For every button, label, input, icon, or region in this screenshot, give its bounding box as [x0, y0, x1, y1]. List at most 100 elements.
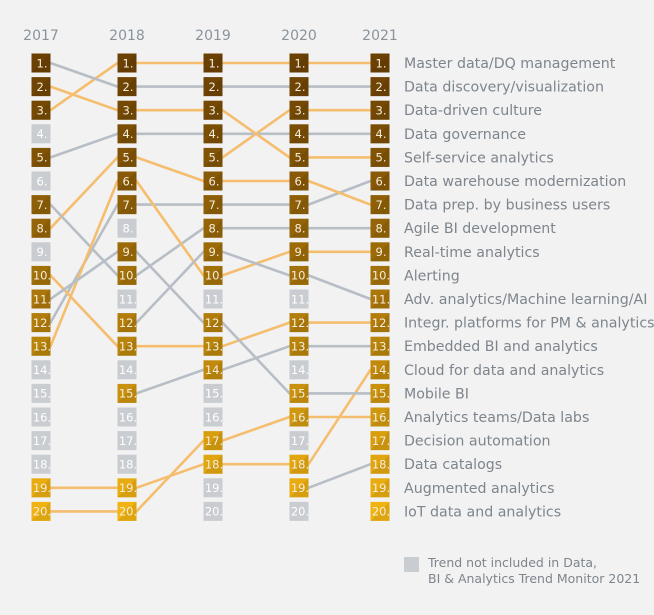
trend-label: Real-time analytics [404, 245, 540, 261]
rank-box: 16. [370, 407, 390, 427]
rank-box-inactive: 17. [31, 431, 51, 451]
rank-box-inactive: 11. [203, 289, 223, 309]
rank-number: 8. [295, 222, 306, 236]
rank-number: 15. [291, 387, 309, 401]
rank-number: 5. [376, 151, 387, 165]
rank-box: 4. [203, 124, 223, 144]
rank-number: 18. [291, 458, 309, 472]
rank-box: 10. [31, 265, 51, 285]
trend-line-segment [135, 439, 205, 513]
trend-label: Decision automation [404, 434, 551, 450]
rank-box: 15. [289, 383, 309, 403]
rank-box: 7. [370, 195, 390, 215]
rank-number: 6. [123, 174, 134, 188]
rank-number: 1. [376, 56, 387, 70]
rank-box: 5. [117, 147, 137, 167]
rank-box: 12. [31, 313, 51, 333]
rank-number: 1. [37, 56, 48, 70]
rank-number: 7. [376, 198, 387, 212]
rank-number: 1. [209, 56, 220, 70]
rank-number: 12. [119, 316, 137, 330]
rank-number: 18. [205, 458, 223, 472]
rank-number: 6. [37, 174, 48, 188]
rank-box: 12. [289, 313, 309, 333]
rank-number: 11. [33, 292, 51, 306]
rank-number: 5. [37, 151, 48, 165]
rank-number: 4. [376, 127, 387, 141]
trend-label: Augmented analytics [404, 481, 554, 497]
trend-label: Embedded BI and analytics [404, 339, 598, 355]
rank-number: 2. [37, 80, 48, 94]
rank-box: 10. [203, 265, 223, 285]
rank-box: 2. [31, 77, 51, 97]
rank-box: 6. [117, 171, 137, 191]
legend: Trend not included in Data, BI & Analyti… [404, 555, 640, 587]
trend-label: Mobile BI [404, 386, 469, 402]
rank-box: 3. [289, 100, 309, 120]
rank-box: 20. [117, 501, 137, 521]
trend-line-segment [49, 156, 119, 230]
year-label-2019: 2019 [195, 28, 231, 44]
rank-box: 13. [289, 336, 309, 356]
rank-number: 10. [372, 269, 390, 283]
rank-box: 1. [31, 53, 51, 73]
rank-box: 18. [203, 454, 223, 474]
rank-number: 17. [372, 434, 390, 448]
rank-number: 3. [295, 104, 306, 118]
trend-label: Cloud for data and analytics [404, 363, 604, 379]
rank-number: 13. [33, 340, 51, 354]
rank-number: 6. [295, 174, 306, 188]
trend-line-segment [49, 61, 119, 88]
rank-box: 19. [31, 478, 51, 498]
rank-box-inactive: 15. [31, 383, 51, 403]
rank-box: 1. [203, 53, 223, 73]
rank-box-inactive: 20. [289, 501, 309, 521]
rank-box: 7. [31, 195, 51, 215]
rank-box: 10. [289, 265, 309, 285]
rank-number: 4. [37, 127, 48, 141]
trend-label: IoT data and analytics [404, 504, 561, 520]
rank-number: 3. [37, 104, 48, 118]
rank-number: 8. [209, 222, 220, 236]
rank-number: 15. [205, 387, 223, 401]
rank-number: 11. [119, 292, 137, 306]
rank-box: 3. [117, 100, 137, 120]
rank-box: 1. [289, 53, 309, 73]
rank-box: 7. [289, 195, 309, 215]
rank-box-inactive: 14. [117, 360, 137, 380]
trend-line-segment [307, 274, 372, 301]
trend-label: Alerting [404, 268, 460, 284]
rank-number: 14. [372, 363, 390, 377]
rank-box: 15. [117, 383, 137, 403]
rank-number: 7. [209, 198, 220, 212]
trend-line-segment [49, 250, 119, 301]
rank-box: 18. [289, 454, 309, 474]
rank-number: 10. [205, 269, 223, 283]
rank-number: 13. [119, 340, 137, 354]
rank-number: 4. [295, 127, 306, 141]
rank-number: 14. [205, 363, 223, 377]
trend-label: Analytics teams/Data labs [404, 410, 589, 426]
rank-number: 14. [119, 363, 137, 377]
rank-number: 2. [295, 80, 306, 94]
rank-box: 1. [370, 53, 390, 73]
rank-box: 13. [203, 336, 223, 356]
rank-number: 20. [119, 505, 137, 519]
rank-number: 3. [209, 104, 220, 118]
rank-box: 20. [370, 501, 390, 521]
rank-box: 9. [117, 242, 137, 262]
rank-box: 5. [31, 147, 51, 167]
trend-line-segment [49, 274, 119, 348]
rank-box: 13. [370, 336, 390, 356]
rank-box: 18. [370, 454, 390, 474]
rank-box: 8. [289, 218, 309, 238]
rank-number: 9. [376, 245, 387, 259]
rank-box: 9. [203, 242, 223, 262]
rank-box-inactive: 11. [117, 289, 137, 309]
bump-chart: 2017 2018 2019 2020 2021 1. 2. 3. 4. 5. 6. 7. 8. 9. 10… [23, 28, 654, 521]
trend-line-segment [135, 368, 205, 395]
trend-label: Data governance [404, 127, 526, 143]
rank-box: 8. [31, 218, 51, 238]
rank-box: 10. [370, 265, 390, 285]
trend-line-segment [49, 85, 119, 112]
